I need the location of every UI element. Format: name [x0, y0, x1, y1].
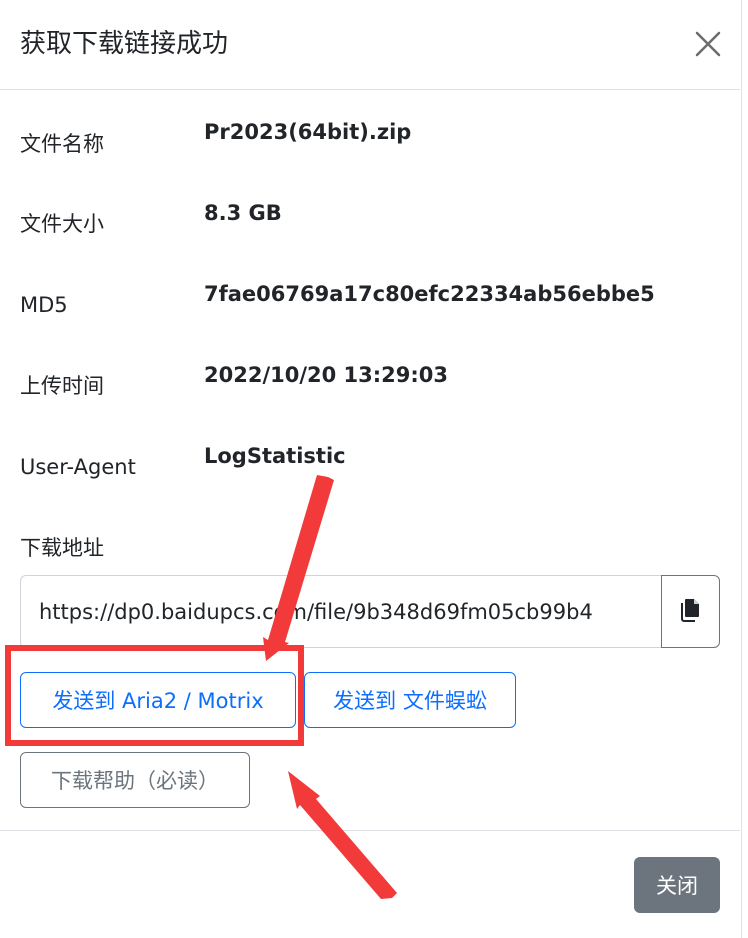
- download-url-input[interactable]: [20, 575, 662, 648]
- copy-icon: [680, 598, 702, 626]
- file-name-value: Pr2023(64bit).zip: [204, 120, 412, 144]
- upload-time-label: 上传时间: [20, 374, 104, 398]
- close-button[interactable]: 关闭: [634, 857, 720, 913]
- copy-button[interactable]: [661, 575, 720, 648]
- download-help-button[interactable]: 下载帮助（必读）: [20, 752, 250, 808]
- modal-header: 获取下载链接成功: [0, 0, 740, 90]
- user-agent-value: LogStatistic: [204, 444, 346, 468]
- md5-label: MD5: [20, 293, 68, 317]
- user-agent-label: User-Agent: [20, 455, 136, 479]
- file-size-label: 文件大小: [20, 212, 104, 236]
- modal-footer-divider: [0, 830, 740, 831]
- file-size-value: 8.3 GB: [204, 201, 282, 225]
- download-link-modal: 获取下载链接成功 文件名称 Pr2023(64bit).zip 文件大小 8.3…: [0, 0, 742, 938]
- md5-value: 7fae06769a17c80efc22334ab56ebbe5: [204, 282, 655, 306]
- download-url-label: 下载地址: [20, 536, 104, 560]
- modal-title: 获取下载链接成功: [20, 29, 229, 59]
- download-url-group: [20, 575, 720, 648]
- send-to-wenjianwozhu-button[interactable]: 发送到 文件蜈蚣: [304, 672, 516, 728]
- file-name-label: 文件名称: [20, 132, 104, 156]
- upload-time-value: 2022/10/20 13:29:03: [204, 363, 449, 387]
- close-icon[interactable]: [688, 24, 728, 64]
- send-to-aria2-button[interactable]: 发送到 Aria2 / Motrix: [20, 672, 296, 728]
